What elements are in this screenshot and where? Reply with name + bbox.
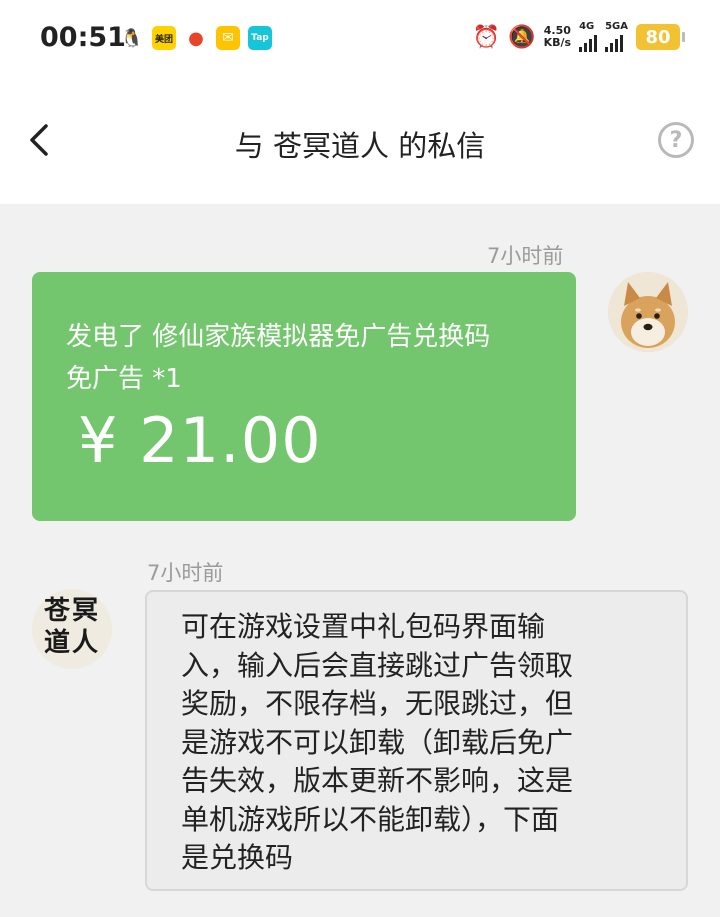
signal-5ga: 5GA <box>605 22 628 52</box>
signal-bars-icon <box>605 32 628 52</box>
calligraphy-avatar-icon: 苍冥 道人 <box>43 596 100 658</box>
doge-avatar-icon <box>608 272 688 352</box>
red-app-icon: ● <box>188 27 204 49</box>
net-speed: 4.50 KB/s <box>543 24 572 49</box>
help-button[interactable]: ? <box>658 122 694 158</box>
qq-icon: 🐧 <box>120 27 144 49</box>
gift-amount: ¥ 21.00 <box>78 404 322 477</box>
gift-card[interactable]: 发电了 修仙家族模拟器免广告兑换码 免广告 *1 ¥ 21.00 <box>32 272 576 521</box>
message-text: 可在游戏设置中礼包码界面输 入，输入后会直接跳过广告领取 奖励，不限存档，无限跳… <box>181 610 574 874</box>
notification-icons: 🐧 美团 ● ✉ Tap <box>120 26 272 50</box>
avatar[interactable]: 苍冥 道人 <box>32 589 112 669</box>
gift-description: 发电了 修仙家族模拟器免广告兑换码 免广告 *1 <box>66 322 491 394</box>
signal-4g: 4G <box>579 22 598 52</box>
alarm-icon: ⏰ <box>472 24 501 50</box>
header: 与 苍冥道人 的私信 ? <box>0 78 720 204</box>
meituan-icon: 美团 <box>152 26 176 50</box>
mail-icon: ✉ <box>216 26 240 50</box>
message-bubble[interactable]: 可在游戏设置中礼包码界面输 入，输入后会直接跳过广告领取 奖励，不限存档，无限跳… <box>145 590 688 891</box>
message-timestamp: 7小时前 <box>147 561 224 585</box>
mute-icon: 🔕 <box>508 24 536 50</box>
message-timestamp: 7小时前 <box>487 244 564 268</box>
signal-bars-icon <box>579 32 598 52</box>
avatar[interactable] <box>608 272 688 352</box>
taptap-icon: Tap <box>248 26 272 50</box>
status-bar: 00:51 🐧 美团 ● ✉ Tap ⏰ 🔕 4.50 KB/s 4G 5GA … <box>0 0 720 78</box>
status-time: 00:51 <box>40 22 126 53</box>
battery-icon: 80 <box>636 24 685 50</box>
page-title: 与 苍冥道人 的私信 <box>234 129 486 163</box>
status-right: ⏰ 🔕 4.50 KB/s 4G 5GA 80 <box>472 22 685 52</box>
